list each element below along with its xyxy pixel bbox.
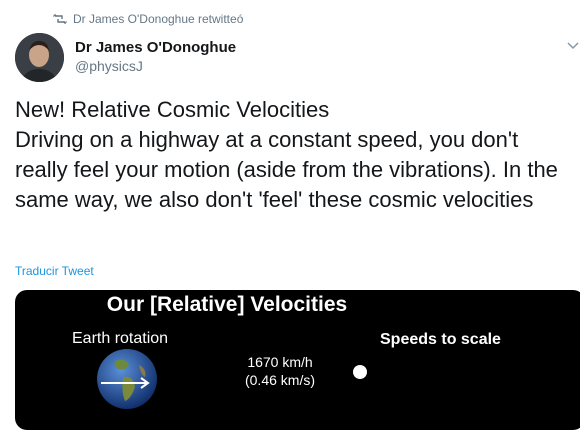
retweet-context: Dr James O'Donoghue retwitteó xyxy=(53,11,243,27)
author-name[interactable]: Dr James O'Donoghue xyxy=(75,39,236,56)
earth-globe-icon xyxy=(95,347,159,411)
author-handle[interactable]: @physicsJ xyxy=(75,58,143,74)
speed-kmh: 1670 km/h xyxy=(247,354,313,370)
media-title: Our [Relative] Velocities xyxy=(106,293,348,316)
avatar[interactable] xyxy=(15,33,64,82)
retweet-text[interactable]: Dr James O'Donoghue retwitteó xyxy=(73,12,243,26)
tweet-media[interactable]: Our [Relative] Velocities Earth rotation… xyxy=(15,290,580,430)
speed-kms: (0.46 km/s) xyxy=(244,372,315,388)
speeds-to-scale-label: Speeds to scale xyxy=(380,331,501,348)
translate-tweet-link[interactable]: Traducir Tweet xyxy=(15,264,94,278)
earth-rotation-label: Earth rotation xyxy=(72,330,169,347)
retweet-icon xyxy=(53,13,67,25)
tweet-text: New! Relative Cosmic Velocities Driving … xyxy=(15,97,558,212)
speed-scale-dot xyxy=(353,365,367,379)
speed-value: 1670 km/h (0.46 km/s) xyxy=(240,353,320,389)
chevron-down-icon[interactable] xyxy=(566,39,580,51)
